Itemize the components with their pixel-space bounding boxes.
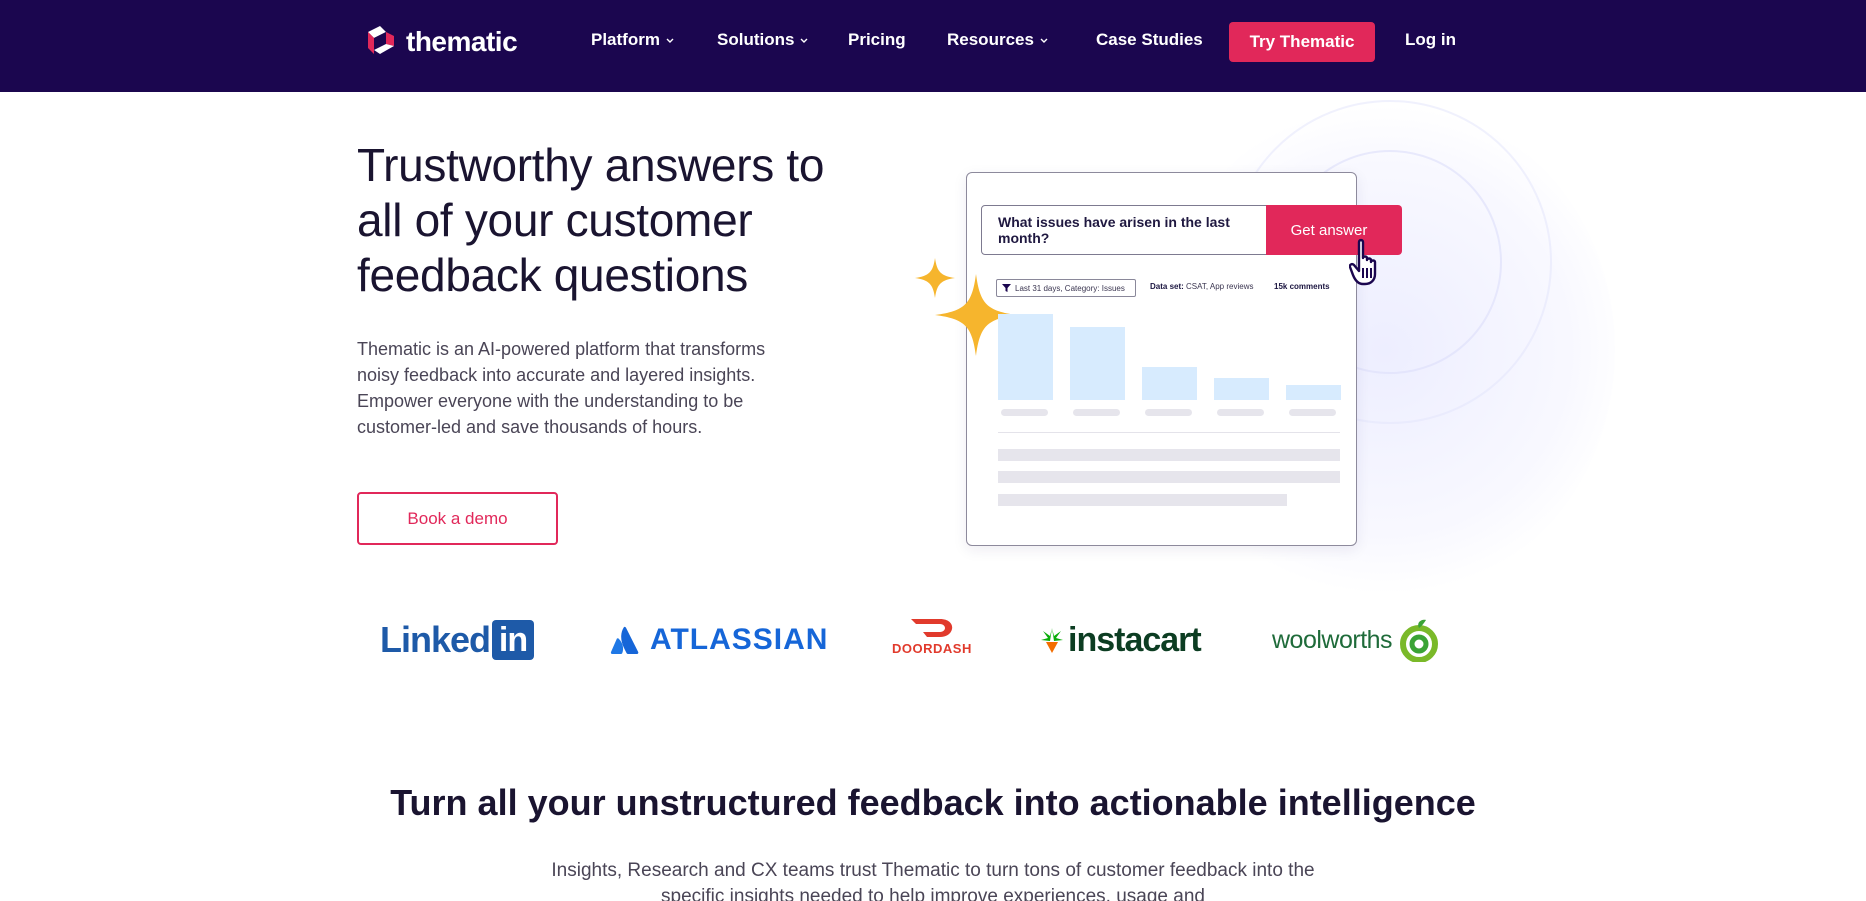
filter-text: Last 31 days, Category: Issues xyxy=(1015,283,1125,293)
filter-icon xyxy=(1002,284,1011,292)
nav-pricing[interactable]: Pricing xyxy=(848,30,906,50)
chart-bar-label xyxy=(1001,409,1048,416)
doordash-wordmark: DOORDASH xyxy=(892,641,972,656)
book-demo-button[interactable]: Book a demo xyxy=(357,492,558,545)
instacart-logo: instacart xyxy=(1040,615,1202,665)
chart-bar xyxy=(1070,327,1125,400)
atlassian-wordmark: ATLASSIAN xyxy=(650,623,829,656)
top-navbar: thematic Platform Solutions Pricing Reso… xyxy=(0,0,1866,92)
nav-pricing-label: Pricing xyxy=(848,30,906,49)
thematic-logo[interactable]: thematic xyxy=(364,24,518,60)
chart-bar xyxy=(1286,385,1341,400)
section-title: Turn all your unstructured feedback into… xyxy=(390,782,1476,823)
comments-count: 15k comments xyxy=(1274,282,1330,291)
chart-bar-label xyxy=(1289,409,1336,416)
hero-description: Thematic is an AI-powered platform that … xyxy=(357,339,766,437)
filter-chip: Last 31 days, Category: Issues xyxy=(996,279,1136,297)
nav-case-studies[interactable]: Case Studies xyxy=(1096,30,1203,50)
doordash-icon xyxy=(910,619,953,637)
card-divider xyxy=(998,432,1340,433)
login-label: Log in xyxy=(1405,30,1456,49)
question-input: What issues have arisen in the last mont… xyxy=(981,205,1270,255)
chevron-down-icon xyxy=(1040,38,1048,43)
linkedin-in-box: in xyxy=(492,620,535,660)
chevron-down-icon xyxy=(800,38,808,43)
instacart-carrot-icon xyxy=(1041,628,1063,653)
nav-resources[interactable]: Resources xyxy=(947,30,1049,50)
atlassian-logo: ATLASSIAN xyxy=(610,615,828,665)
linkedin-logo: Linked in xyxy=(380,615,535,665)
dataset-meta: Data set: CSAT, App reviews xyxy=(1150,282,1253,291)
chevron-down-icon xyxy=(666,38,674,43)
woolworths-swirl-icon xyxy=(1400,619,1439,662)
instacart-wordmark: instacart xyxy=(1068,620,1202,659)
nav-case-studies-label: Case Studies xyxy=(1096,30,1203,49)
pointer-hand-icon xyxy=(1349,238,1377,286)
hero-title: Trustworthy answers to all of your custo… xyxy=(357,139,825,301)
chart-bar xyxy=(998,314,1053,400)
chart-bar xyxy=(1142,367,1197,400)
doordash-logo: DOORDASH xyxy=(892,615,972,665)
linkedin-wordmark: Linked xyxy=(380,619,491,660)
try-thematic-button[interactable]: Try Thematic xyxy=(1229,22,1375,62)
text-placeholder-line xyxy=(998,494,1287,506)
logo-text: thematic xyxy=(406,26,518,57)
nav-solutions-label: Solutions xyxy=(717,30,795,49)
woolworths-logo: woolworths xyxy=(1272,615,1442,665)
atlassian-icon xyxy=(610,626,639,654)
dataset-label: Data set: xyxy=(1150,282,1184,291)
chart-bar-label xyxy=(1145,409,1192,416)
login-link[interactable]: Log in xyxy=(1405,30,1456,50)
nav-resources-label: Resources xyxy=(947,30,1034,49)
woolworths-wordmark: woolworths xyxy=(1272,625,1393,654)
dataset-value: CSAT, App reviews xyxy=(1186,282,1254,291)
nav-platform[interactable]: Platform xyxy=(591,30,675,50)
text-placeholder-line xyxy=(998,471,1340,483)
text-placeholder-line xyxy=(998,449,1340,461)
comments-count-text: 15k comments xyxy=(1274,282,1330,291)
thematic-logo-icon xyxy=(368,26,394,54)
chart-bar xyxy=(1214,378,1269,400)
chart-bar-label xyxy=(1073,409,1120,416)
nav-solutions[interactable]: Solutions xyxy=(717,30,809,50)
chart-bar-label xyxy=(1217,409,1264,416)
section-description: Insights, Research and CX teams trust Th… xyxy=(551,860,1315,901)
nav-platform-label: Platform xyxy=(591,30,660,49)
